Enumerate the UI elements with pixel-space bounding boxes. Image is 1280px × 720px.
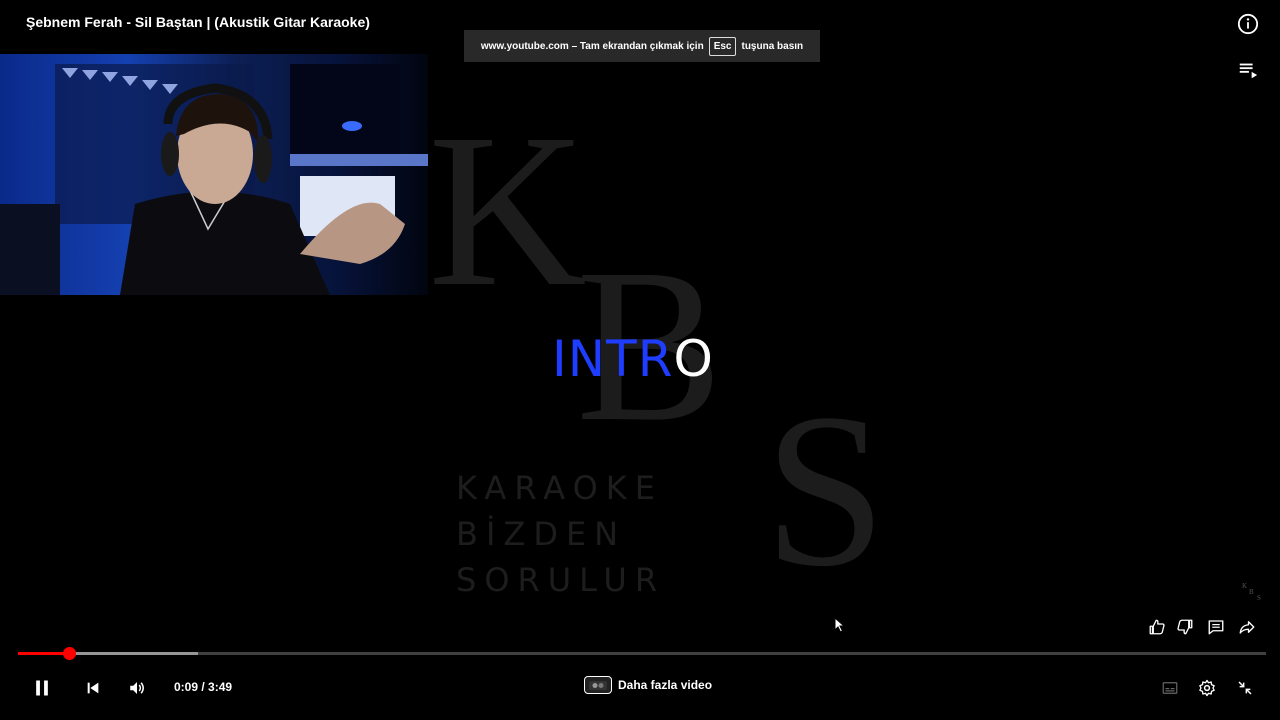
more-videos-label: Daha fazla video — [618, 678, 713, 692]
watermark-letter-k: K — [428, 88, 587, 332]
thumbs-up-icon[interactable] — [1146, 616, 1168, 638]
webcam-overlay — [0, 54, 428, 295]
comment-icon[interactable] — [1205, 616, 1227, 638]
thumbs-down-icon[interactable] — [1174, 616, 1196, 638]
gear-icon[interactable] — [1196, 677, 1218, 699]
watermark-word: BİZDEN — [456, 515, 627, 553]
progress-scrubber[interactable] — [62, 647, 76, 660]
svg-text:K: K — [1242, 582, 1247, 590]
volume-icon[interactable] — [126, 677, 148, 699]
intro-overlay-text: INTRO — [552, 330, 714, 388]
video-thumbnail-icon — [584, 676, 612, 694]
fullscreen-exit-notice: www.youtube.com – Tam ekrandan çıkmak iç… — [464, 30, 820, 62]
pause-icon[interactable] — [30, 676, 54, 700]
info-icon[interactable] — [1236, 12, 1260, 36]
intro-text-white: O — [673, 330, 714, 388]
subtitles-icon[interactable] — [1159, 677, 1181, 699]
watermark-word: KARAOKE — [456, 469, 663, 507]
watermark-letter-s: S — [764, 368, 887, 612]
svg-text:B: B — [1249, 588, 1254, 596]
mouse-cursor-icon — [834, 617, 846, 633]
playlist-icon[interactable] — [1236, 58, 1260, 82]
svg-text:S: S — [1257, 594, 1261, 602]
notice-prefix: www.youtube.com – Tam ekrandan çıkmak iç… — [480, 40, 704, 52]
video-title: Şebnem Ferah - Sil Baştan | (Akustik Git… — [26, 14, 370, 30]
progress-bar[interactable] — [18, 647, 1266, 660]
share-icon[interactable] — [1236, 616, 1258, 638]
esc-key-badge: Esc — [708, 36, 737, 56]
time-display: 0:09 / 3:49 — [174, 680, 233, 694]
watermark-word: SORULUR — [456, 561, 666, 599]
intro-text-blue: INTR — [552, 330, 674, 388]
notice-suffix: tuşuna basın — [741, 40, 804, 52]
watermark-words: KARAOKE BİZDEN SORULUR — [456, 465, 665, 603]
exit-fullscreen-icon[interactable] — [1234, 677, 1256, 699]
more-videos-button[interactable]: Daha fazla video — [584, 676, 712, 694]
skip-previous-icon[interactable] — [82, 677, 104, 699]
progress-played — [18, 652, 70, 655]
channel-corner-logo: K B S — [1242, 582, 1261, 602]
